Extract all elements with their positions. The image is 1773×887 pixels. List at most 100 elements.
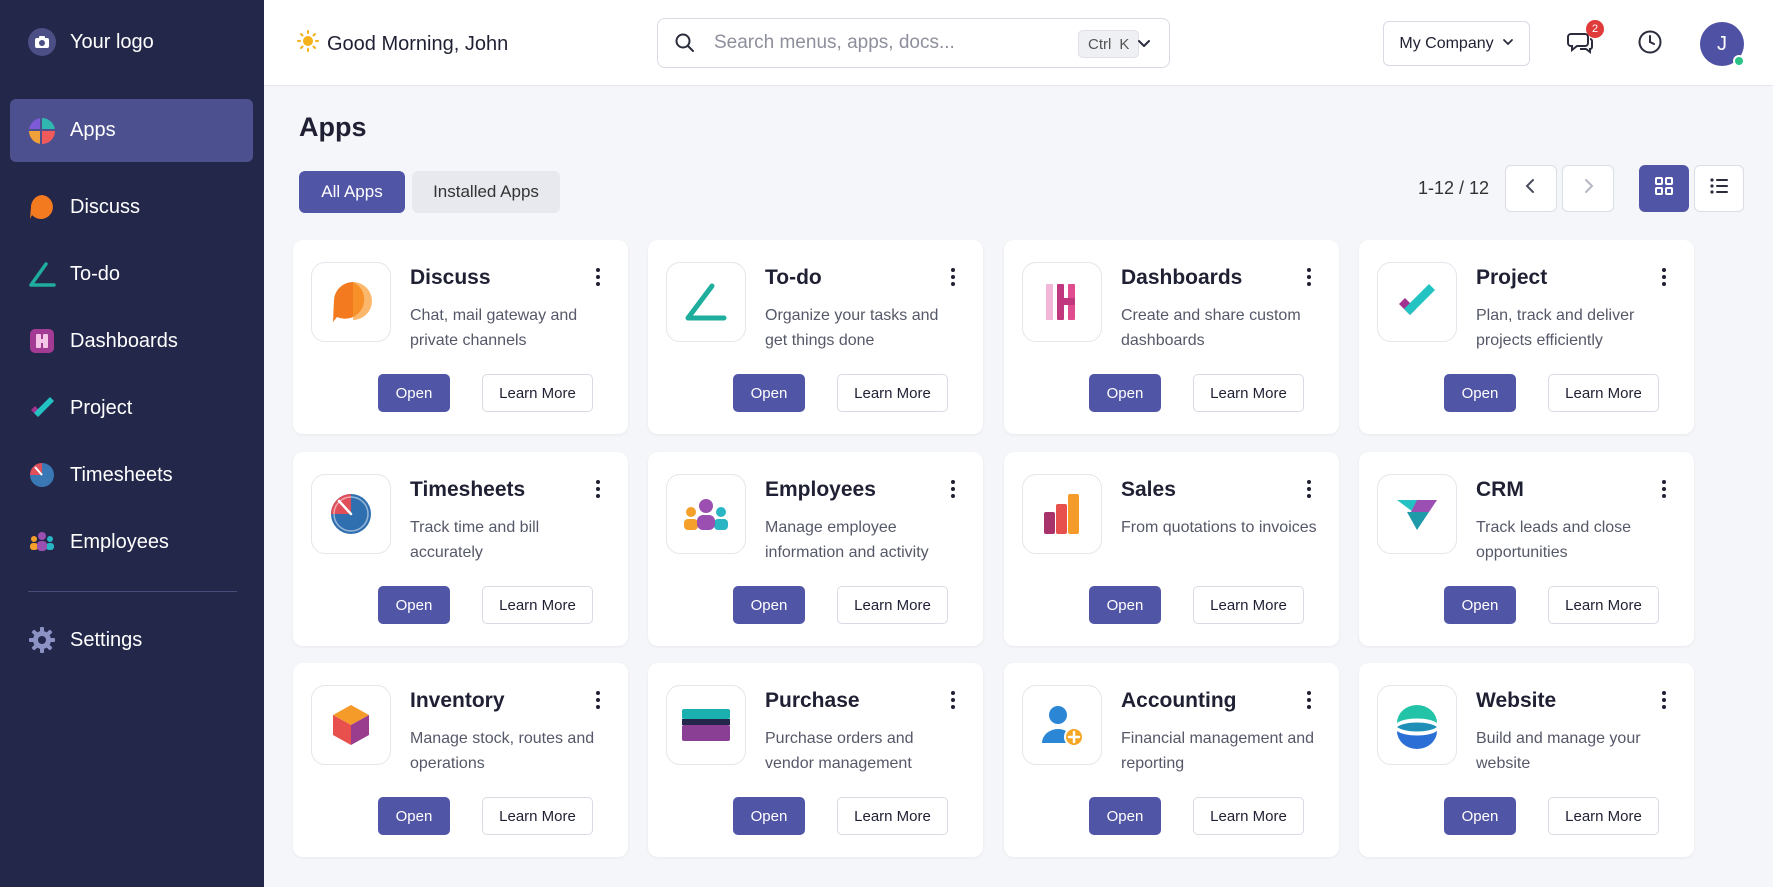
more-options-icon[interactable] <box>1301 478 1317 500</box>
search-bar[interactable]: Ctrl K <box>657 18 1170 68</box>
app-name: Timesheets <box>410 478 526 501</box>
more-options-icon[interactable] <box>1656 478 1672 500</box>
open-button[interactable]: Open <box>378 586 450 624</box>
learn-more-button[interactable]: Learn More <box>1548 374 1659 412</box>
purchase-icon <box>666 685 746 765</box>
sidebar-item-dashboards[interactable]: Dashboards <box>10 313 253 369</box>
open-button[interactable]: Open <box>1444 374 1516 412</box>
grid-view-button[interactable] <box>1639 165 1689 212</box>
app-description: Build and manage your website <box>1476 730 1641 772</box>
more-options-icon[interactable] <box>945 689 961 711</box>
open-button[interactable]: Open <box>378 797 450 835</box>
grid-icon <box>1654 176 1674 201</box>
more-options-icon[interactable] <box>1656 266 1672 288</box>
employees-icon <box>28 528 56 556</box>
open-button[interactable]: Open <box>1089 374 1161 412</box>
chevron-down-icon[interactable] <box>1136 35 1152 56</box>
greeting-text: Good Morning, John <box>327 32 509 55</box>
app-description: From quotations to invoices <box>1121 519 1317 536</box>
app-card-todo: To-do Organize your tasks and get things… <box>648 240 983 434</box>
online-status-indicator <box>1733 55 1745 67</box>
more-options-icon[interactable] <box>590 266 606 288</box>
open-button[interactable]: Open <box>733 797 805 835</box>
company-selector[interactable]: My Company <box>1383 21 1530 66</box>
sun-icon <box>297 30 319 58</box>
more-options-icon[interactable] <box>1656 689 1672 711</box>
learn-more-button[interactable]: Learn More <box>1193 586 1304 624</box>
sidebar-item-employees[interactable]: Employees <box>10 514 253 570</box>
sidebar-item-label: Timesheets <box>70 463 173 486</box>
search-input[interactable] <box>714 29 1054 57</box>
list-view-button[interactable] <box>1694 165 1744 212</box>
learn-more-button[interactable]: Learn More <box>1193 374 1304 412</box>
app-card-crm: CRM Track leads and close opportunities … <box>1359 452 1694 646</box>
app-description: Manage stock, routes and operations <box>410 730 595 772</box>
app-description: Track leads and close opportunities <box>1476 519 1632 561</box>
app-card-inventory: Inventory Manage stock, routes and opera… <box>293 663 628 857</box>
top-bar: Good Morning, John Ctrl K My Company 2 J <box>264 0 1773 86</box>
open-button[interactable]: Open <box>1444 797 1516 835</box>
open-button[interactable]: Open <box>733 586 805 624</box>
sidebar-item-timesheets[interactable]: Timesheets <box>10 447 253 503</box>
discuss-icon <box>311 262 391 342</box>
app-card-timesheets: Timesheets Track time and bill accuratel… <box>293 452 628 646</box>
greeting: Good Morning, John <box>297 30 508 58</box>
pager-range: 1-12 / 12 <box>1418 178 1490 198</box>
sidebar-item-apps[interactable]: Apps <box>10 99 253 162</box>
app-name: Sales <box>1121 478 1176 501</box>
open-button[interactable]: Open <box>1444 586 1516 624</box>
app-card-accounting: Accounting Financial management and repo… <box>1004 663 1339 857</box>
app-name: CRM <box>1476 478 1524 501</box>
more-options-icon[interactable] <box>945 266 961 288</box>
open-button[interactable]: Open <box>378 374 450 412</box>
more-options-icon[interactable] <box>590 478 606 500</box>
app-description: Plan, track and deliver projects efficie… <box>1476 307 1635 349</box>
logo[interactable]: Your logo <box>28 28 154 56</box>
app-name: To-do <box>765 266 822 289</box>
app-name: Discuss <box>410 266 491 289</box>
next-page-button[interactable] <box>1562 165 1614 212</box>
clock-icon <box>1637 29 1663 60</box>
app-description: Chat, mail gateway and private channels <box>410 307 578 349</box>
crm-icon <box>1377 474 1457 554</box>
avatar[interactable]: J <box>1700 22 1745 67</box>
more-options-icon[interactable] <box>1301 689 1317 711</box>
more-options-icon[interactable] <box>590 689 606 711</box>
project-icon <box>1377 262 1457 342</box>
activity-button[interactable] <box>1634 28 1666 60</box>
app-description: Track time and bill accurately <box>410 519 540 561</box>
learn-more-button[interactable]: Learn More <box>1548 797 1659 835</box>
shortcut-ctrl: Ctrl <box>1088 35 1112 53</box>
sidebar-item-discuss[interactable]: Discuss <box>10 179 253 235</box>
learn-more-button[interactable]: Learn More <box>1548 586 1659 624</box>
open-button[interactable]: Open <box>733 374 805 412</box>
open-button[interactable]: Open <box>1089 586 1161 624</box>
more-options-icon[interactable] <box>1301 266 1317 288</box>
filter-all-apps[interactable]: All Apps <box>299 171 405 213</box>
sidebar: Your logo Apps Discuss To-do Dashboards … <box>0 0 264 887</box>
previous-page-button[interactable] <box>1505 165 1557 212</box>
learn-more-button[interactable]: Learn More <box>1193 797 1304 835</box>
app-description: Financial management and reporting <box>1121 730 1315 772</box>
app-name: Project <box>1476 266 1548 289</box>
open-button[interactable]: Open <box>1089 797 1161 835</box>
discuss-icon <box>28 193 56 221</box>
sidebar-item-todo[interactable]: To-do <box>10 246 253 302</box>
chevron-right-icon <box>1581 178 1595 199</box>
learn-more-button[interactable]: Learn More <box>482 586 593 624</box>
sidebar-divider <box>28 591 237 592</box>
learn-more-button[interactable]: Learn More <box>482 797 593 835</box>
learn-more-button[interactable]: Learn More <box>482 374 593 412</box>
accounting-icon <box>1022 685 1102 765</box>
more-options-icon[interactable] <box>945 478 961 500</box>
messages-button[interactable]: 2 <box>1564 20 1604 60</box>
sidebar-item-project[interactable]: Project <box>10 380 253 436</box>
learn-more-button[interactable]: Learn More <box>837 586 948 624</box>
learn-more-button[interactable]: Learn More <box>837 374 948 412</box>
inventory-icon <box>311 685 391 765</box>
filter-installed-apps[interactable]: Installed Apps <box>412 171 560 213</box>
learn-more-button[interactable]: Learn More <box>837 797 948 835</box>
sidebar-item-settings[interactable]: Settings <box>10 612 253 668</box>
gear-icon <box>28 626 56 654</box>
search-icon <box>674 32 696 59</box>
